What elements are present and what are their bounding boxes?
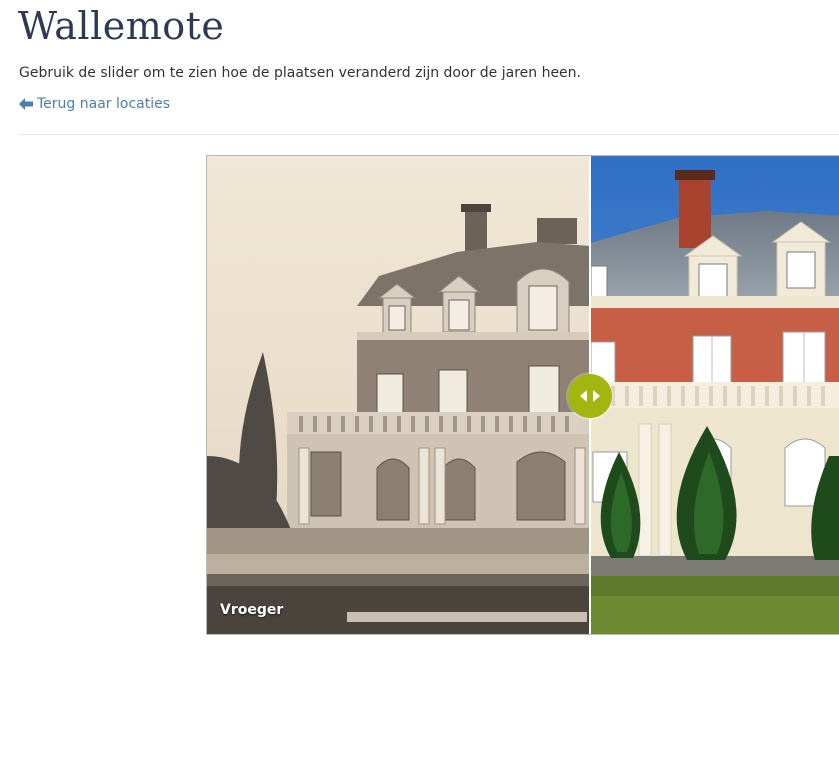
back-link-label: Terug naar locaties: [37, 96, 171, 112]
back-to-locations-link[interactable]: Terug naar locaties: [19, 94, 170, 114]
section-divider: [18, 134, 839, 135]
before-after-comparison[interactable]: Vroeger: [206, 155, 839, 635]
before-image: [207, 156, 590, 634]
before-image-mask: [207, 156, 590, 634]
page-title: Wallemote: [18, 4, 225, 48]
intro-text: Gebruik de slider om te zien hoe de plaa…: [19, 65, 581, 81]
comparison-slider-handle[interactable]: [568, 374, 612, 418]
arrow-left-icon: [19, 98, 33, 110]
before-label: Vroeger: [220, 602, 284, 618]
arrows-left-right-icon: [580, 387, 600, 406]
